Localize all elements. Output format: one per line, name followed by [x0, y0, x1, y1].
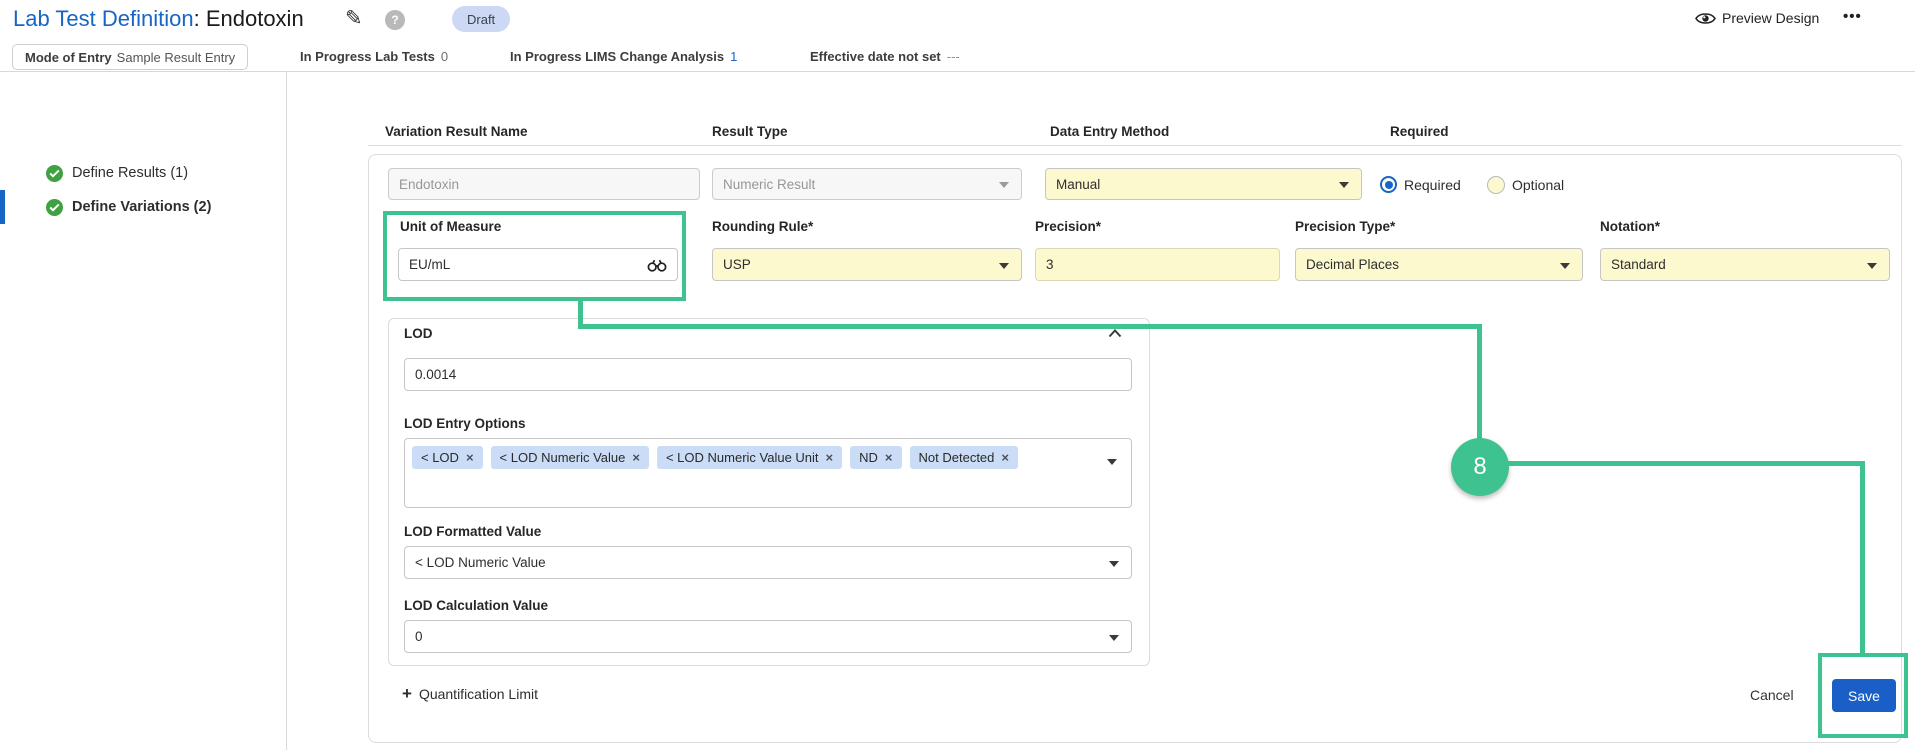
preview-design-button[interactable]: Preview Design — [1695, 10, 1819, 26]
collapse-chevron-up-icon[interactable] — [1108, 329, 1122, 338]
lab-test-definition-page: Lab Test Definition: Endotoxin ✎ ? Draft… — [0, 0, 1915, 750]
help-icon[interactable]: ? — [385, 10, 405, 30]
col-variation-result-name: Variation Result Name — [385, 124, 528, 139]
preview-design-label: Preview Design — [1722, 10, 1819, 26]
lims-change-analysis-label: In Progress LIMS Change Analysis — [510, 49, 724, 64]
chevron-down-icon — [999, 263, 1009, 269]
lod-calculation-value-label: LOD Calculation Value — [404, 598, 548, 613]
tag-nd: ND× — [850, 446, 901, 469]
tag-not-detected: Not Detected× — [910, 446, 1018, 469]
remove-tag-icon[interactable]: × — [466, 450, 474, 465]
record-infobar: Mode of Entry Sample Result Entry In Pro… — [0, 42, 1915, 72]
mode-of-entry-tab[interactable]: Mode of Entry Sample Result Entry — [12, 44, 248, 70]
radio-unselected-icon — [1487, 176, 1505, 194]
chevron-down-icon — [1339, 182, 1349, 188]
effective-date-value: --- — [947, 49, 960, 64]
more-actions-button[interactable]: ••• — [1843, 8, 1862, 25]
eye-icon — [1695, 11, 1716, 26]
object-type-label: Lab Test Definition — [13, 6, 194, 31]
save-button[interactable]: Save — [1832, 679, 1896, 712]
edit-pencil-icon[interactable]: ✎ — [345, 6, 363, 31]
remove-tag-icon[interactable]: × — [826, 450, 834, 465]
precision-type-select[interactable]: Decimal Places — [1295, 248, 1583, 281]
lod-title: LOD — [404, 326, 433, 341]
remove-tag-icon[interactable]: × — [632, 450, 640, 465]
data-entry-method-select[interactable]: Manual — [1045, 168, 1362, 200]
header-divider — [368, 145, 1902, 146]
plus-icon: + — [402, 684, 412, 704]
effective-date: Effective date not set --- — [810, 49, 960, 64]
in-progress-lab-tests-count: 0 — [441, 49, 448, 64]
lod-formatted-value-label: LOD Formatted Value — [404, 524, 541, 539]
lod-value-input[interactable]: 0.0014 — [404, 358, 1132, 391]
notation-select[interactable]: Standard — [1600, 248, 1890, 281]
page-header: Lab Test Definition: Endotoxin ✎ ? Draft… — [0, 0, 1915, 42]
sidebar-item-label: Define Variations (2) — [72, 199, 211, 215]
rounding-rule-label: Rounding Rule* — [712, 219, 813, 234]
step-complete-icon — [46, 165, 63, 182]
status-badge: Draft — [452, 6, 510, 32]
lims-change-analysis-count-link[interactable]: 1 — [730, 49, 737, 64]
chevron-down-icon — [999, 182, 1009, 188]
precision-label: Precision* — [1035, 219, 1101, 234]
col-result-type: Result Type — [712, 124, 788, 139]
rounding-rule-select[interactable]: USP — [712, 248, 1022, 281]
col-data-entry-method: Data Entry Method — [1050, 124, 1169, 139]
sidebar-item-define-variations[interactable]: Define Variations (2) — [0, 190, 286, 224]
optional-radio[interactable]: Optional — [1487, 176, 1564, 194]
lod-entry-options-label: LOD Entry Options — [404, 416, 526, 431]
chevron-down-icon — [1560, 263, 1570, 269]
steps-sidebar: Define Results (1) Define Variations (2) — [0, 72, 287, 750]
precision-input[interactable]: 3 — [1035, 248, 1280, 281]
mode-of-entry-label: Mode of Entry — [25, 50, 112, 65]
mode-of-entry-value: Sample Result Entry — [117, 50, 236, 65]
page-title: Lab Test Definition: Endotoxin — [13, 6, 304, 32]
in-progress-lab-tests-label: In Progress Lab Tests — [300, 49, 435, 64]
in-progress-lab-tests: In Progress Lab Tests 0 — [300, 49, 448, 64]
variation-result-name-input: Endotoxin — [388, 168, 700, 200]
chevron-down-icon — [1109, 635, 1119, 641]
unit-of-measure-input[interactable]: EU/mL — [398, 248, 678, 281]
col-required: Required — [1390, 124, 1449, 139]
tag-lt-lod-numeric-value: < LOD Numeric Value× — [491, 446, 649, 469]
precision-type-label: Precision Type* — [1295, 219, 1395, 234]
tag-lt-lod: < LOD× — [412, 446, 483, 469]
sidebar-item-define-results[interactable]: Define Results (1) — [0, 156, 286, 190]
result-type-select: Numeric Result — [712, 168, 1022, 200]
quantification-limit-label: Quantification Limit — [419, 686, 538, 702]
remove-tag-icon[interactable]: × — [885, 450, 893, 465]
step-complete-icon — [46, 199, 63, 216]
required-radio-label: Required — [1404, 177, 1461, 193]
lod-entry-options-multiselect[interactable]: < LOD× < LOD Numeric Value× < LOD Numeri… — [404, 438, 1132, 508]
selected-indicator — [0, 190, 5, 224]
radio-selected-icon — [1380, 176, 1397, 193]
notation-label: Notation* — [1600, 219, 1660, 234]
chevron-down-icon — [1107, 459, 1117, 465]
cancel-button[interactable]: Cancel — [1750, 687, 1794, 703]
record-name: : Endotoxin — [194, 6, 304, 31]
lod-formatted-value-select[interactable]: < LOD Numeric Value — [404, 546, 1132, 579]
binoculars-lookup-icon[interactable] — [647, 258, 667, 272]
in-progress-lims-change-analysis: In Progress LIMS Change Analysis 1 — [510, 49, 737, 64]
tag-lt-lod-numeric-value-unit: < LOD Numeric Value Unit× — [657, 446, 842, 469]
required-radio[interactable]: Required — [1380, 176, 1461, 193]
optional-radio-label: Optional — [1512, 177, 1564, 193]
unit-of-measure-label: Unit of Measure — [400, 219, 501, 234]
lod-calculation-value-select[interactable]: 0 — [404, 620, 1132, 653]
chevron-down-icon — [1867, 263, 1877, 269]
effective-date-label: Effective date not set — [810, 49, 941, 64]
chevron-down-icon — [1109, 561, 1119, 567]
sidebar-item-label: Define Results (1) — [72, 165, 188, 181]
remove-tag-icon[interactable]: × — [1001, 450, 1009, 465]
add-quantification-limit-link[interactable]: + Quantification Limit — [402, 684, 538, 704]
